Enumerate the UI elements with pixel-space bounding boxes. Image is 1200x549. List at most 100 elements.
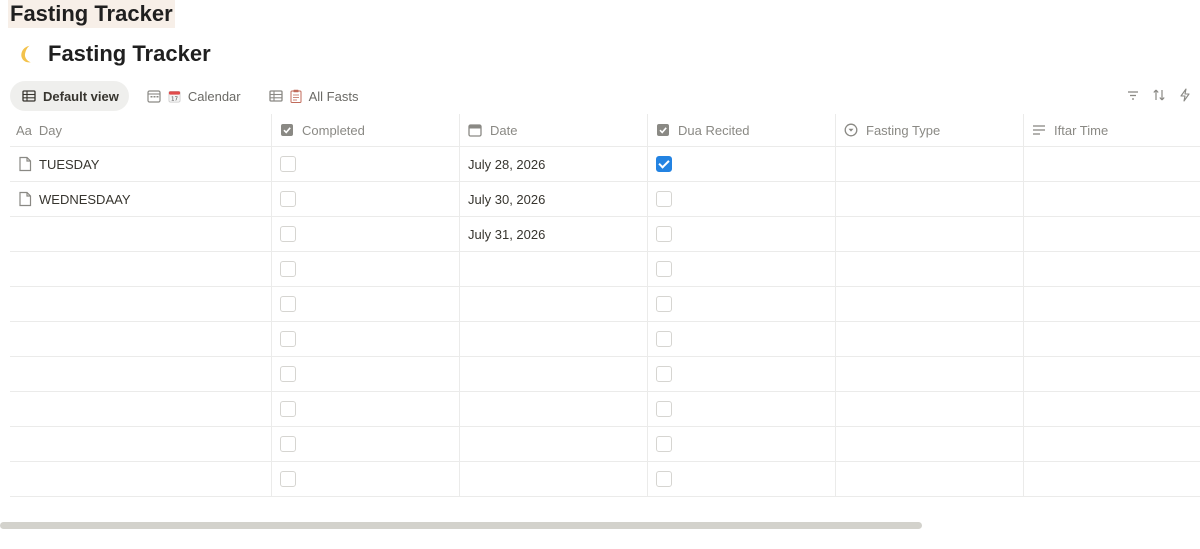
cell-day[interactable]: TUESDAY xyxy=(10,147,272,181)
column-header-fasting-type[interactable]: Fasting Type xyxy=(836,114,1024,146)
cell-iftar-time[interactable] xyxy=(1024,462,1200,496)
cell-iftar-time[interactable] xyxy=(1024,357,1200,391)
column-header-date[interactable]: Date xyxy=(460,114,648,146)
completed-checkbox[interactable] xyxy=(280,401,296,417)
tab-calendar[interactable]: 17 Calendar xyxy=(135,81,251,111)
tab-calendar-label: Calendar xyxy=(187,88,241,104)
cell-day[interactable] xyxy=(10,357,272,391)
cell-day[interactable] xyxy=(10,462,272,496)
cell-fasting-type[interactable] xyxy=(836,287,1024,321)
cell-iftar-time[interactable] xyxy=(1024,322,1200,356)
cell-date[interactable] xyxy=(460,462,648,496)
cell-iftar-time[interactable] xyxy=(1024,147,1200,181)
tab-all-fasts[interactable]: All Fasts xyxy=(257,81,369,111)
completed-checkbox[interactable] xyxy=(280,261,296,277)
cell-iftar-time[interactable] xyxy=(1024,252,1200,286)
table-row xyxy=(10,287,1200,322)
completed-checkbox[interactable] xyxy=(280,366,296,382)
table-body: TUESDAY July 28, 2026 WEDNESDAAY July 30, 2… xyxy=(10,147,1200,497)
column-header-dua-recited[interactable]: Dua Recited xyxy=(648,114,836,146)
cell-fasting-type[interactable] xyxy=(836,217,1024,251)
cell-date[interactable] xyxy=(460,287,648,321)
completed-checkbox[interactable] xyxy=(280,436,296,452)
cell-fasting-type[interactable] xyxy=(836,427,1024,461)
cell-iftar-time[interactable] xyxy=(1024,217,1200,251)
cell-date[interactable]: July 30, 2026 xyxy=(460,182,648,216)
dua-recited-checkbox[interactable] xyxy=(656,401,672,417)
dua-recited-checkbox[interactable] xyxy=(656,156,672,172)
table-row: TUESDAY July 28, 2026 xyxy=(10,147,1200,182)
cell-date[interactable] xyxy=(460,322,648,356)
table-icon xyxy=(22,90,36,102)
cell-dua-recited xyxy=(648,217,836,251)
cell-fasting-type[interactable] xyxy=(836,462,1024,496)
calendar-icon xyxy=(468,124,482,137)
cell-day[interactable] xyxy=(10,252,272,286)
sort-icon[interactable] xyxy=(1152,88,1166,102)
cell-date[interactable]: July 28, 2026 xyxy=(460,147,648,181)
cell-fasting-type[interactable] xyxy=(836,357,1024,391)
column-header-iftar-time[interactable]: Iftar Time xyxy=(1024,114,1200,146)
cell-date[interactable] xyxy=(460,357,648,391)
cell-day[interactable] xyxy=(10,217,272,251)
column-label: Iftar Time xyxy=(1054,122,1109,138)
cell-day[interactable] xyxy=(10,322,272,356)
cell-day[interactable] xyxy=(10,287,272,321)
cell-dua-recited xyxy=(648,287,836,321)
dua-recited-checkbox[interactable] xyxy=(656,436,672,452)
tab-default-view[interactable]: Default view xyxy=(10,81,129,111)
dua-recited-checkbox[interactable] xyxy=(656,261,672,277)
calendar-emoji-icon: 17 xyxy=(168,90,181,102)
cell-fasting-type[interactable] xyxy=(836,182,1024,216)
table-header-row: Aa Day Completed Date Dua Recited Fastin… xyxy=(10,114,1200,147)
completed-checkbox[interactable] xyxy=(280,226,296,242)
database-title-text: Fasting Tracker xyxy=(48,41,211,66)
cell-date[interactable] xyxy=(460,392,648,426)
dua-recited-checkbox[interactable] xyxy=(656,226,672,242)
table-row: WEDNESDAAY July 30, 2026 xyxy=(10,182,1200,217)
cell-fasting-type[interactable] xyxy=(836,252,1024,286)
cell-iftar-time[interactable] xyxy=(1024,392,1200,426)
cell-date[interactable] xyxy=(460,252,648,286)
cell-date[interactable] xyxy=(460,427,648,461)
cell-date[interactable]: July 31, 2026 xyxy=(460,217,648,251)
cell-iftar-time[interactable] xyxy=(1024,287,1200,321)
text-icon xyxy=(1033,125,1045,135)
table-row xyxy=(10,427,1200,462)
column-header-day[interactable]: Aa Day xyxy=(10,114,272,146)
cell-iftar-time[interactable] xyxy=(1024,427,1200,461)
completed-checkbox[interactable] xyxy=(280,156,296,172)
dua-recited-checkbox[interactable] xyxy=(656,366,672,382)
table-row xyxy=(10,392,1200,427)
cell-completed xyxy=(272,427,460,461)
cell-day[interactable]: WEDNESDAAY xyxy=(10,182,272,216)
cell-completed xyxy=(272,287,460,321)
select-icon xyxy=(844,123,858,137)
tab-default-view-label: Default view xyxy=(43,88,119,104)
cell-day[interactable] xyxy=(10,427,272,461)
cell-iftar-time[interactable] xyxy=(1024,182,1200,216)
day-text: WEDNESDAAY xyxy=(39,191,131,207)
database-title[interactable]: Fasting Tracker xyxy=(16,38,211,70)
filter-icon[interactable] xyxy=(1126,88,1140,102)
cell-day[interactable] xyxy=(10,392,272,426)
automation-icon[interactable] xyxy=(1178,88,1192,102)
cell-dua-recited xyxy=(648,147,836,181)
completed-checkbox[interactable] xyxy=(280,331,296,347)
horizontal-scrollbar[interactable] xyxy=(0,522,922,529)
cell-fasting-type[interactable] xyxy=(836,147,1024,181)
table-toolbar xyxy=(1126,88,1192,102)
dua-recited-checkbox[interactable] xyxy=(656,471,672,487)
column-header-completed[interactable]: Completed xyxy=(272,114,460,146)
column-label: Fasting Type xyxy=(866,122,941,138)
completed-checkbox[interactable] xyxy=(280,471,296,487)
date-text: July 31, 2026 xyxy=(468,226,546,242)
dua-recited-checkbox[interactable] xyxy=(656,191,672,207)
completed-checkbox[interactable] xyxy=(280,296,296,312)
dua-recited-checkbox[interactable] xyxy=(656,296,672,312)
table-row xyxy=(10,357,1200,392)
cell-fasting-type[interactable] xyxy=(836,392,1024,426)
cell-fasting-type[interactable] xyxy=(836,322,1024,356)
completed-checkbox[interactable] xyxy=(280,191,296,207)
dua-recited-checkbox[interactable] xyxy=(656,331,672,347)
